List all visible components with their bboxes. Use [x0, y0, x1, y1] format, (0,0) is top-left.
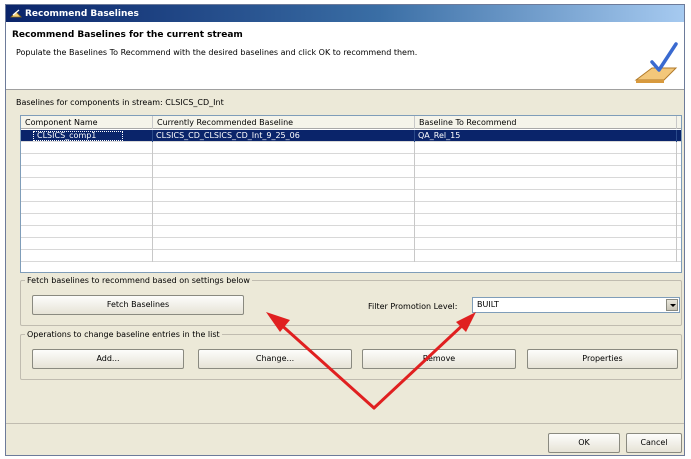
cell-component-name[interactable]: CLSICS_comp1: [34, 130, 153, 142]
cell-current-baseline[interactable]: CLSICS_CD_CLSICS_CD_Int_9_25_06: [153, 130, 415, 142]
recommend-baselines-dialog: Recommend Baselines Recommend Baselines …: [5, 4, 685, 456]
operations-group-legend: Operations to change baseline entries in…: [27, 330, 220, 339]
app-icon: [10, 9, 22, 19]
dialog-header: Recommend Baselines for the current stre…: [6, 22, 684, 90]
components-table-label: Baselines for components in stream: CLSI…: [16, 98, 224, 107]
empty-row: [21, 166, 681, 178]
remove-button[interactable]: Remove: [362, 349, 516, 369]
window-title: Recommend Baselines: [25, 8, 139, 19]
empty-row: [21, 250, 681, 262]
header-description: Populate the Baselines To Recommend with…: [16, 48, 418, 57]
column-header-baseline-to-recommend[interactable]: Baseline To Recommend: [415, 116, 677, 129]
table-row[interactable]: CLSICS_comp1 CLSICS_CD_CLSICS_CD_Int_9_2…: [21, 130, 681, 142]
header-title: Recommend Baselines for the current stre…: [12, 30, 243, 40]
filter-promotion-level-value: BUILT: [477, 300, 499, 309]
empty-row: [21, 226, 681, 238]
empty-row: [21, 178, 681, 190]
change-button[interactable]: Change...: [198, 349, 352, 369]
empty-row: [21, 190, 681, 202]
empty-row: [21, 154, 681, 166]
column-header-component-name[interactable]: Component Name: [21, 116, 153, 129]
components-table[interactable]: Component Name Currently Recommended Bas…: [20, 115, 682, 273]
title-bar[interactable]: Recommend Baselines: [6, 5, 684, 22]
properties-button[interactable]: Properties: [527, 349, 678, 369]
filter-promotion-level-label: Filter Promotion Level:: [368, 302, 458, 311]
fetch-group-legend: Fetch baselines to recommend based on se…: [27, 276, 250, 285]
ok-button[interactable]: OK: [548, 433, 620, 453]
footer-divider: [6, 423, 684, 424]
filter-promotion-level-select[interactable]: BUILT: [472, 297, 680, 313]
column-header-current-baseline[interactable]: Currently Recommended Baseline: [153, 116, 415, 129]
empty-row: [21, 142, 681, 154]
checkmark-banner-icon: [634, 42, 678, 83]
empty-row: [21, 238, 681, 250]
fetch-baselines-button[interactable]: Fetch Baselines: [32, 295, 244, 315]
cancel-button[interactable]: Cancel: [626, 433, 682, 453]
table-header: Component Name Currently Recommended Bas…: [21, 116, 681, 129]
cell-baseline-to-recommend[interactable]: QA_Rel_15: [415, 130, 677, 142]
empty-row: [21, 214, 681, 226]
add-button[interactable]: Add...: [32, 349, 184, 369]
empty-row: [21, 202, 681, 214]
chevron-down-icon[interactable]: [666, 299, 678, 311]
